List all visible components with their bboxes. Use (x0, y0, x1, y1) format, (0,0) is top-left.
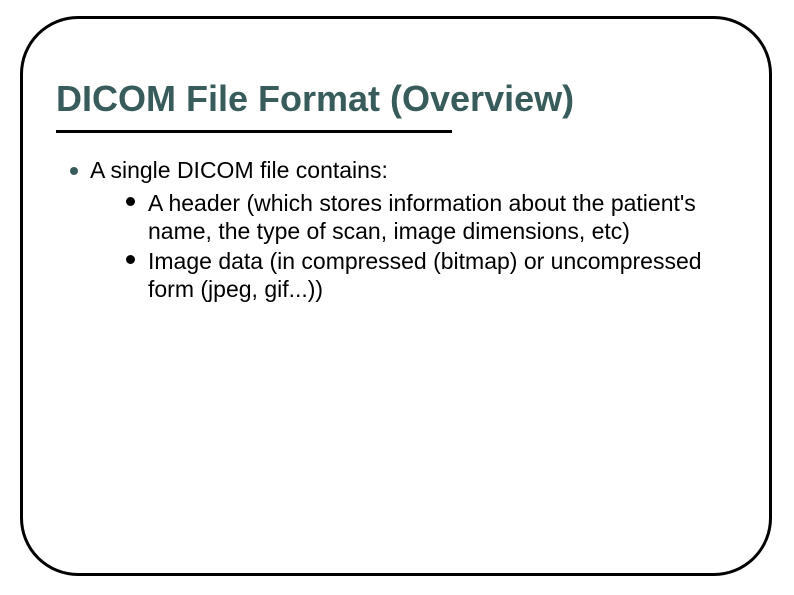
main-item: A single DICOM file contains: A header (… (86, 157, 746, 303)
sub-item: Image data (in compressed (bitmap) or un… (140, 247, 746, 303)
bullet-icon (126, 197, 135, 206)
sub-item-text: Image data (in compressed (bitmap) or un… (148, 248, 702, 302)
sub-list: A header (which stores information about… (140, 189, 746, 303)
bullet-icon (126, 255, 135, 264)
main-item-text: A single DICOM file contains: (90, 157, 388, 183)
title-underline (56, 130, 452, 133)
sub-item-text: A header (which stores information about… (148, 190, 696, 244)
bullet-icon (70, 167, 78, 175)
main-list: A single DICOM file contains: A header (… (86, 157, 746, 303)
slide-content: DICOM File Format (Overview) A single DI… (56, 78, 746, 305)
sub-item: A header (which stores information about… (140, 189, 746, 245)
slide-title: DICOM File Format (Overview) (56, 78, 746, 120)
